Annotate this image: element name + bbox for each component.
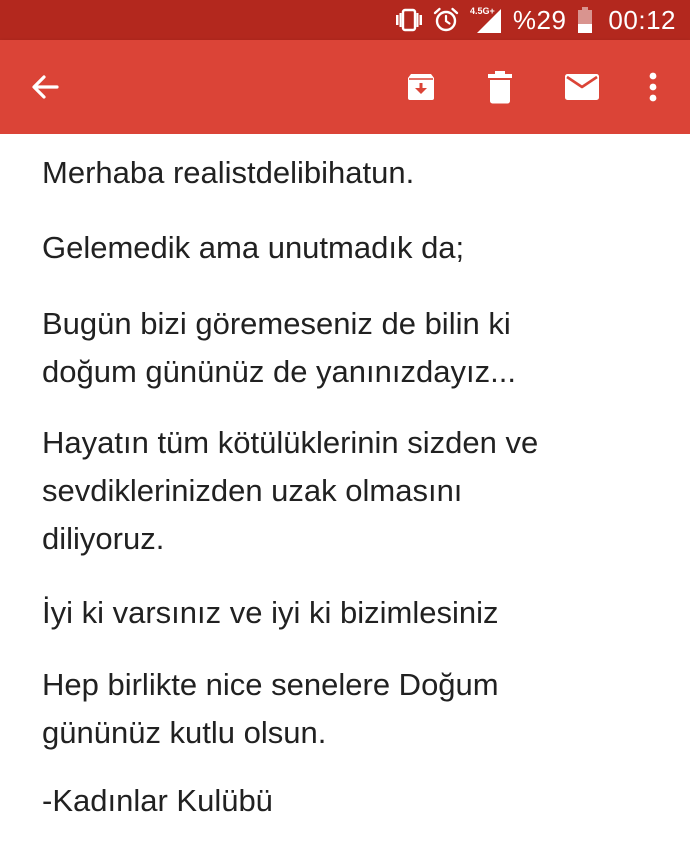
battery-icon bbox=[578, 0, 593, 40]
more-vert-icon bbox=[649, 72, 657, 102]
mark-unread-icon bbox=[565, 74, 599, 100]
message-paragraph: Gelemedik ama unutmadık da; bbox=[42, 230, 465, 265]
signal-icon: 4.5G+ bbox=[469, 0, 503, 40]
more-options-button[interactable] bbox=[623, 40, 683, 134]
message-paragraph: Hayatın tüm kötülüklerinin sizden ve sev… bbox=[42, 425, 539, 556]
delete-icon bbox=[488, 71, 512, 104]
message-paragraph: Hep birlikte nice senelere Doğum gününüz… bbox=[42, 667, 499, 750]
arrow-back-icon bbox=[32, 75, 59, 99]
network-type-label: 4.5G+ bbox=[470, 6, 495, 16]
mark-unread-button[interactable] bbox=[552, 40, 612, 134]
message-paragraph-greeting: Merhaba realistdelibihatun. bbox=[42, 155, 415, 190]
message-signature: -Kadınlar Kulübü bbox=[42, 783, 273, 818]
back-button[interactable] bbox=[15, 40, 75, 134]
archive-icon bbox=[408, 74, 434, 100]
message-body: Merhaba realistdelibihatun. Gelemedik am… bbox=[0, 134, 690, 841]
message-paragraph: Bugün bizi göremeseniz de bilin ki doğum… bbox=[42, 306, 516, 389]
battery-percent: %29 bbox=[512, 4, 567, 35]
delete-button[interactable] bbox=[470, 40, 530, 134]
archive-button[interactable] bbox=[391, 40, 451, 134]
vibrate-icon bbox=[395, 0, 423, 40]
status-bar: 4.5G+ %29 00:12 bbox=[0, 0, 690, 40]
alarm-icon bbox=[433, 0, 459, 40]
message-paragraph: İyi ki varsınız ve iyi ki bizimlesiniz bbox=[42, 595, 499, 630]
clock: 00:12 bbox=[608, 4, 676, 35]
status-icons: 4.5G+ %29 00:12 bbox=[395, 0, 676, 40]
app-toolbar bbox=[0, 40, 690, 134]
